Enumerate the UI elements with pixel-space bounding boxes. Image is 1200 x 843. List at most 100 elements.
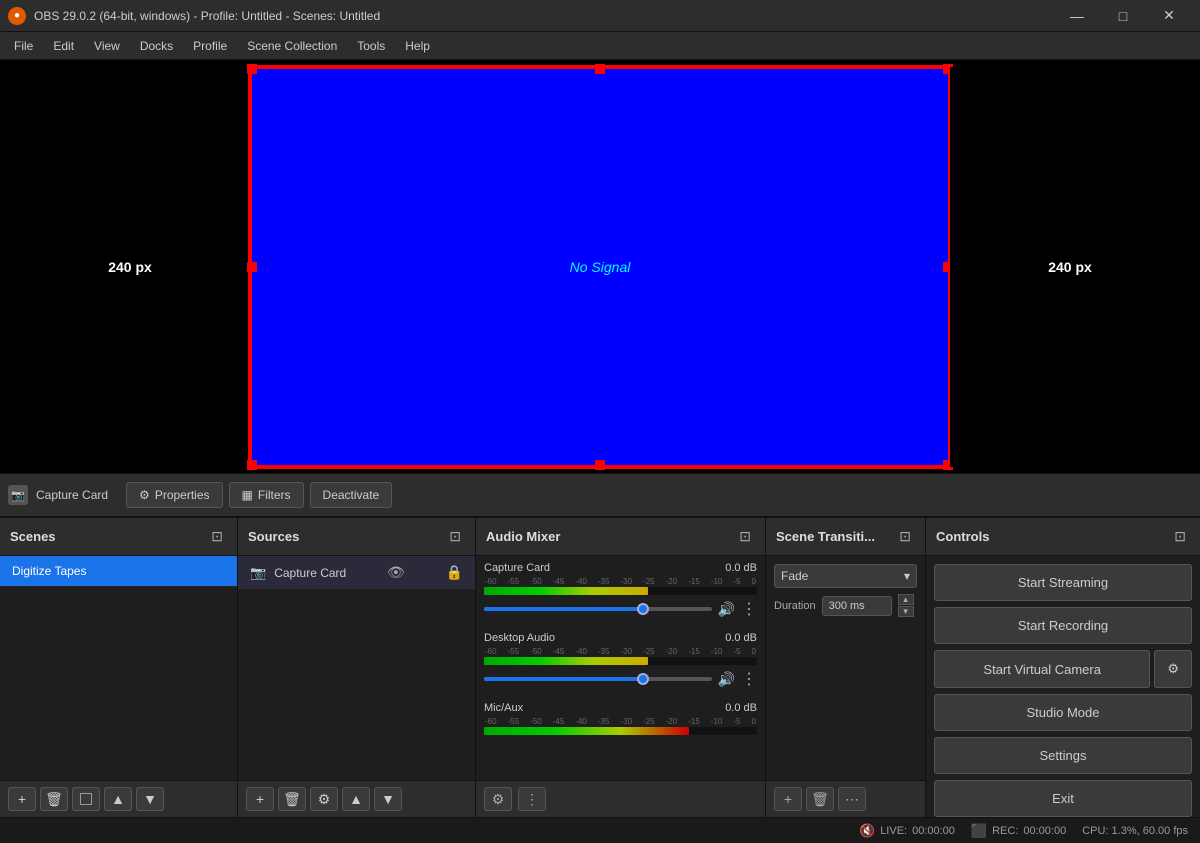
handle-top-left[interactable] bbox=[247, 64, 257, 74]
menu-docks[interactable]: Docks bbox=[130, 35, 183, 57]
handle-mid-left[interactable] bbox=[247, 262, 257, 272]
preview-blue-screen[interactable]: No Signal bbox=[250, 67, 950, 467]
sources-list[interactable]: 📷 Capture Card 👁 🔒 bbox=[238, 556, 475, 780]
audio-channel-header: Capture Card 0.0 dB bbox=[484, 562, 757, 574]
audio-channel-capture-card: Capture Card 0.0 dB -60-55-50-45-40-35-3… bbox=[476, 556, 765, 626]
menu-help[interactable]: Help bbox=[395, 35, 440, 57]
handle-bottom-left[interactable] bbox=[247, 460, 257, 470]
menu-edit[interactable]: Edit bbox=[43, 35, 84, 57]
audio-mixer-maximize-button[interactable]: ⊡ bbox=[735, 526, 755, 547]
settings-button[interactable]: Settings bbox=[934, 737, 1192, 774]
studio-mode-button[interactable]: Studio Mode bbox=[934, 694, 1192, 731]
scene-down-button[interactable]: ▼ bbox=[136, 787, 164, 811]
mic-mute-icon: 🔇 bbox=[859, 823, 875, 839]
preview-right-bar: 240 px bbox=[950, 67, 1190, 467]
mute-button-2[interactable]: 🔊 bbox=[718, 671, 735, 688]
start-virtual-camera-button[interactable]: Start Virtual Camera bbox=[934, 650, 1150, 688]
scene-filter-button[interactable] bbox=[72, 787, 100, 811]
audio-channel-label: Capture Card bbox=[484, 562, 550, 574]
transitions-panel-header: Scene Transiti... ⊡ bbox=[766, 518, 925, 556]
add-source-button[interactable]: + bbox=[246, 787, 274, 811]
virtual-camera-settings-button[interactable]: ⚙ bbox=[1154, 650, 1192, 688]
source-info: 📷 Capture Card bbox=[8, 485, 108, 505]
audio-channel-db-2: 0.0 dB bbox=[725, 632, 757, 644]
audio-channel-desktop: Desktop Audio 0.0 dB -60-55-50-45-40-35-… bbox=[476, 626, 765, 696]
duration-up-button[interactable]: ▲ bbox=[898, 594, 914, 605]
source-down-button[interactable]: ▼ bbox=[374, 787, 402, 811]
audio-channel-menu-2[interactable]: ⋮ bbox=[741, 669, 757, 689]
controls-maximize-button[interactable]: ⊡ bbox=[1170, 526, 1190, 547]
chevron-down-icon: ▾ bbox=[904, 569, 910, 583]
menubar: File Edit View Docks Profile Scene Colle… bbox=[0, 32, 1200, 60]
audio-settings-button[interactable]: ⚙ bbox=[484, 787, 512, 811]
minimize-button[interactable]: — bbox=[1054, 0, 1100, 32]
live-time: 00:00:00 bbox=[912, 825, 955, 837]
start-streaming-button[interactable]: Start Streaming bbox=[934, 564, 1192, 601]
handle-top-center[interactable] bbox=[595, 64, 605, 74]
volume-thumb[interactable] bbox=[637, 603, 649, 615]
audio-mixer-title: Audio Mixer bbox=[486, 529, 560, 544]
source-list-item[interactable]: 📷 Capture Card 👁 🔒 bbox=[238, 556, 475, 590]
exit-button[interactable]: Exit bbox=[934, 780, 1192, 817]
virtual-camera-row: Start Virtual Camera ⚙ bbox=[934, 650, 1192, 688]
meter-marks: -60-55-50-45-40-35-30-25-20-15-10-50 bbox=[484, 577, 757, 586]
eye-icon[interactable]: 👁 bbox=[387, 564, 405, 581]
menu-scene-collection[interactable]: Scene Collection bbox=[237, 35, 347, 57]
audio-channel-header-2: Desktop Audio 0.0 dB bbox=[484, 632, 757, 644]
close-button[interactable]: ✕ bbox=[1146, 0, 1192, 32]
transition-menu-button[interactable]: ⋯ bbox=[838, 787, 866, 811]
cpu-label: CPU: 1.3%, 60.00 fps bbox=[1082, 825, 1188, 837]
audio-menu-button[interactable]: ⋮ bbox=[518, 787, 546, 811]
audio-channel-db: 0.0 dB bbox=[725, 562, 757, 574]
meter-bar-2 bbox=[484, 657, 757, 665]
rec-label: REC: bbox=[992, 825, 1018, 837]
live-status: 🔇 LIVE: 00:00:00 bbox=[859, 823, 955, 839]
menu-file[interactable]: File bbox=[4, 35, 43, 57]
source-up-button[interactable]: ▲ bbox=[342, 787, 370, 811]
properties-button[interactable]: ⚙ Properties bbox=[126, 482, 222, 508]
volume-thumb-2[interactable] bbox=[637, 673, 649, 685]
scenes-list[interactable]: Digitize Tapes bbox=[0, 556, 237, 780]
maximize-button[interactable]: □ bbox=[1100, 0, 1146, 32]
source-settings-button[interactable]: ⚙ bbox=[310, 787, 338, 811]
menu-tools[interactable]: Tools bbox=[347, 35, 395, 57]
scenes-panel-header: Scenes ⊡ bbox=[0, 518, 237, 556]
duration-spinners[interactable]: ▲ ▼ bbox=[898, 594, 914, 617]
transitions-title: Scene Transiti... bbox=[776, 529, 875, 544]
add-scene-button[interactable]: + bbox=[8, 787, 36, 811]
mute-button[interactable]: 🔊 bbox=[718, 601, 735, 618]
volume-slider-2[interactable] bbox=[484, 677, 712, 681]
sources-panel: Sources ⊡ 📷 Capture Card 👁 🔒 + 🗑 ⚙ ▲ ▼ bbox=[238, 518, 476, 817]
lock-icon[interactable]: 🔒 bbox=[446, 564, 463, 581]
rec-icon: ⬛ bbox=[971, 823, 987, 839]
transitions-panel: Scene Transiti... ⊡ Fade ▾ Duration 300 … bbox=[766, 518, 926, 817]
scene-up-button[interactable]: ▲ bbox=[104, 787, 132, 811]
source-toolbar-name: Capture Card bbox=[36, 488, 108, 502]
delete-transition-button[interactable]: 🗑 bbox=[806, 787, 834, 811]
delete-source-button[interactable]: 🗑 bbox=[278, 787, 306, 811]
delete-scene-button[interactable]: 🗑 bbox=[40, 787, 68, 811]
transition-select[interactable]: Fade ▾ bbox=[774, 564, 917, 588]
handle-bottom-center[interactable] bbox=[595, 460, 605, 470]
duration-down-button[interactable]: ▼ bbox=[898, 606, 914, 617]
start-recording-button[interactable]: Start Recording bbox=[934, 607, 1192, 644]
statusbar: 🔇 LIVE: 00:00:00 ⬛ REC: 00:00:00 CPU: 1.… bbox=[0, 817, 1200, 843]
audio-mixer-header: Audio Mixer ⊡ bbox=[476, 518, 765, 556]
scene-item[interactable]: Digitize Tapes bbox=[0, 556, 237, 587]
menu-view[interactable]: View bbox=[84, 35, 130, 57]
audio-channel-label-3: Mic/Aux bbox=[484, 702, 523, 714]
preview-area[interactable]: 240 px No Signal 240 px bbox=[0, 60, 1200, 473]
sources-maximize-button[interactable]: ⊡ bbox=[445, 526, 465, 547]
scenes-maximize-button[interactable]: ⊡ bbox=[207, 526, 227, 547]
preview-canvas[interactable]: No Signal bbox=[250, 67, 950, 467]
filters-button[interactable]: ▦ Filters bbox=[229, 482, 304, 508]
deactivate-button[interactable]: Deactivate bbox=[310, 482, 393, 508]
duration-input[interactable]: 300 ms bbox=[822, 596, 892, 616]
transitions-maximize-button[interactable]: ⊡ bbox=[895, 526, 915, 547]
add-transition-button[interactable]: + bbox=[774, 787, 802, 811]
titlebar-title: OBS 29.0.2 (64-bit, windows) - Profile: … bbox=[34, 9, 1054, 23]
volume-fill bbox=[484, 607, 643, 611]
menu-profile[interactable]: Profile bbox=[183, 35, 237, 57]
audio-channel-menu[interactable]: ⋮ bbox=[741, 599, 757, 619]
volume-slider[interactable] bbox=[484, 607, 712, 611]
